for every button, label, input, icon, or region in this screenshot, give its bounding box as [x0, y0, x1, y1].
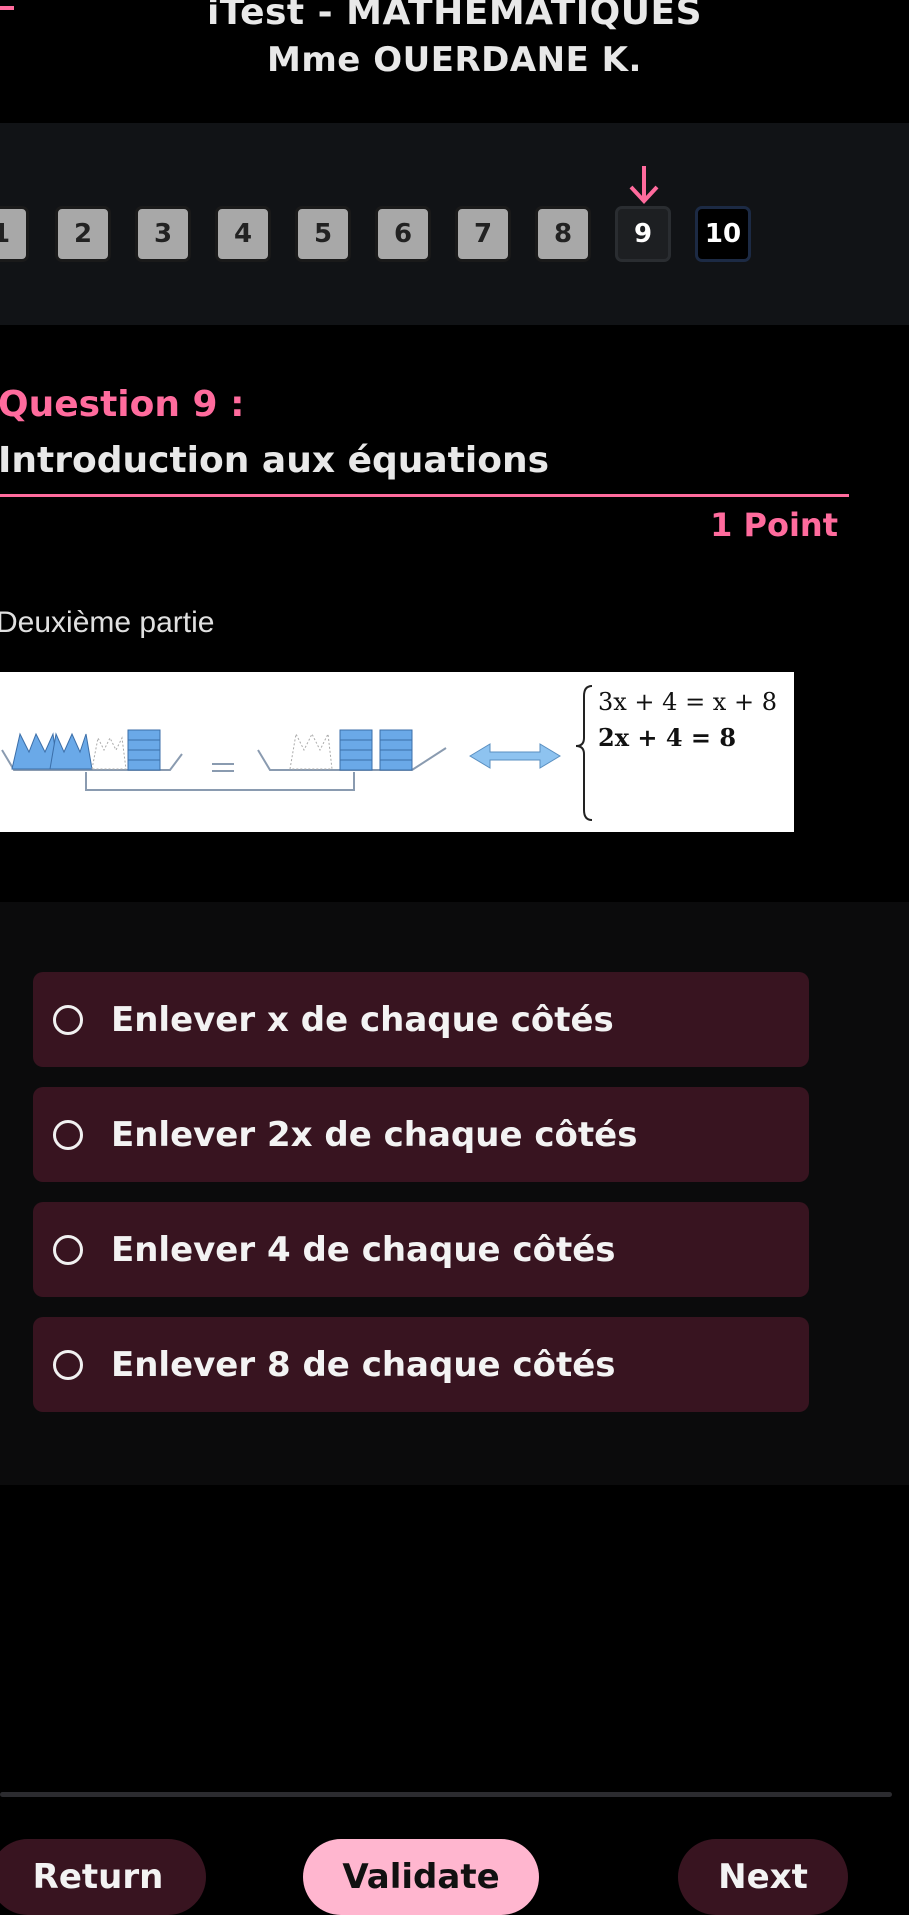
question-number: Question 9 : [0, 384, 245, 425]
app-title: iTest - MATHEMATIQUES [206, 0, 703, 33]
question-button-3[interactable]: 3 [135, 206, 191, 262]
validate-button[interactable]: Validate [303, 1839, 539, 1915]
next-button[interactable]: Next [678, 1839, 848, 1915]
question-button-9[interactable]: 9 [615, 206, 671, 262]
bottom-scroll-indicator [0, 1792, 892, 1797]
question-button-7[interactable]: 7 [455, 206, 511, 262]
radio-button-icon[interactable] [53, 1004, 83, 1035]
question-title: Introduction aux équations [0, 440, 550, 481]
equation-line-1: 3x + 4 = x + 8 [598, 688, 777, 716]
answer-option-2[interactable]: Enlever 2x de chaque côtés [33, 1087, 809, 1182]
answer-option-label: Enlever x de chaque côtés [111, 999, 614, 1040]
radio-button-icon[interactable] [53, 1349, 83, 1380]
question-button-8[interactable]: 8 [535, 206, 591, 262]
return-button[interactable]: Return [0, 1839, 206, 1915]
question-button-6[interactable]: 6 [375, 206, 431, 262]
question-points: 1 Point [710, 506, 838, 544]
answer-option-1[interactable]: Enlever x de chaque côtés [33, 972, 809, 1067]
answer-option-label: Enlever 2x de chaque côtés [111, 1114, 638, 1155]
balance-diagram: 3x + 4 = x + 8 2x + 4 = 8 [1, 685, 777, 821]
question-button-5[interactable]: 5 [295, 206, 351, 262]
radio-button-icon[interactable] [53, 1234, 83, 1265]
question-part: Deuxième partie [0, 606, 215, 639]
question-divider [0, 494, 849, 497]
question-button-1[interactable]: 1 [0, 206, 29, 262]
balance-equation-figure: 3x + 4 = x + 8 2x + 4 = 8 [0, 672, 794, 832]
radio-button-icon[interactable] [53, 1119, 83, 1150]
current-question-arrow-icon [629, 166, 659, 204]
answer-option-4[interactable]: Enlever 8 de chaque côtés [33, 1317, 809, 1412]
question-button-4[interactable]: 4 [215, 206, 271, 262]
question-button-2[interactable]: 2 [55, 206, 111, 262]
teacher-name: Mme OUERDANE K. [267, 40, 642, 80]
equation-line-2: 2x + 4 = 8 [598, 723, 736, 752]
answer-option-3[interactable]: Enlever 4 de chaque côtés [33, 1202, 809, 1297]
answer-option-label: Enlever 8 de chaque côtés [111, 1344, 616, 1385]
question-button-10[interactable]: 10 [695, 206, 751, 262]
answer-option-label: Enlever 4 de chaque côtés [111, 1229, 616, 1270]
